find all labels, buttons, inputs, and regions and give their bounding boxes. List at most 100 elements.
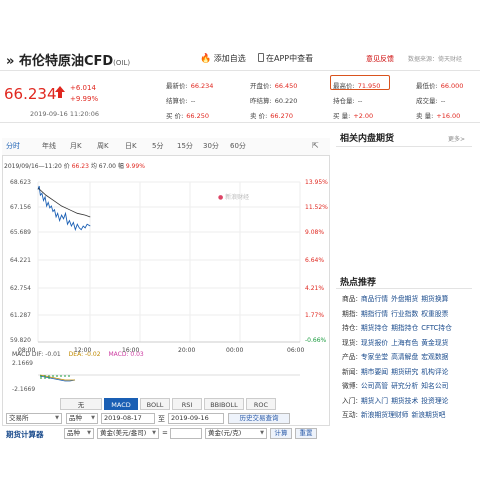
hot-link[interactable]: 公司高管 (361, 382, 388, 390)
add-favorite-button[interactable]: 🔥 添加自选 (200, 53, 246, 64)
calc-variety-select[interactable]: 品种 ▼ (64, 428, 94, 439)
history-query-button[interactable]: 历史交易查询 (228, 413, 290, 424)
sina-logo-icon: ● (218, 194, 224, 201)
tab-period[interactable]: 月K (70, 141, 82, 151)
chevron-down-icon: ▼ (152, 430, 156, 436)
quote-field-label: 卖 价: (250, 112, 268, 120)
tab-period[interactable]: 分时 (6, 141, 20, 151)
indicator-tab[interactable]: RSI (172, 398, 202, 410)
x-axis-tick: 08:00 (18, 347, 36, 354)
hot-link[interactable]: 高清解盘 (391, 353, 418, 361)
hot-link[interactable]: 宏观数据 (421, 353, 448, 361)
hot-row: 现货: 现货报价 上海有色 黄金现货 (342, 337, 448, 347)
hot-link[interactable]: 上海有色 (391, 339, 418, 347)
feedback-link[interactable]: 意见反馈 (366, 54, 394, 64)
bar-pct: 9.99% (125, 163, 145, 170)
unit-to-select[interactable]: 黄金(元/克) ▼ (205, 428, 267, 439)
quote-field-label: 买 量: (333, 112, 351, 120)
calc-result-input[interactable] (170, 428, 202, 439)
view-in-app-button[interactable]: 在APP中查看 (258, 53, 313, 64)
variety-select[interactable]: 品种 ▼ (66, 413, 98, 424)
bar-price-label: 价 (63, 163, 70, 170)
hot-link[interactable]: 商品行情 (361, 295, 388, 303)
hot-link[interactable]: 专家坐堂 (361, 353, 388, 361)
exchange-select[interactable]: 交易所 ▼ (6, 413, 62, 424)
hot-link[interactable]: CFTC持仓 (421, 324, 452, 332)
hot-row-key: 期指: (342, 309, 358, 318)
hot-link[interactable]: 期指行情 (361, 310, 388, 318)
quote-field-value: 66.250 (186, 112, 210, 120)
hot-link[interactable]: 期市要闻 (361, 368, 388, 376)
indicator-tab[interactable]: 无 (60, 398, 102, 410)
quote-field: 卖 量: +16.00 (416, 110, 460, 120)
hot-link[interactable]: 行业指数 (391, 310, 418, 318)
reset-button[interactable]: 重置 (295, 428, 317, 439)
hot-link[interactable]: 期货换算 (421, 295, 448, 303)
indicator-tab[interactable]: ROC (246, 398, 276, 410)
tab-period[interactable]: 年线 (42, 141, 56, 151)
tab-period[interactable]: 日K (125, 141, 137, 151)
hot-link[interactable]: 外盘期货 (391, 295, 418, 303)
quote-field-label: 成交量: (416, 97, 438, 105)
hot-link[interactable]: 新浪期货吧 (411, 411, 445, 419)
to-label: 至 (158, 415, 165, 423)
hot-link[interactable]: 权重股票 (421, 310, 448, 318)
indicator-tab[interactable]: BOLL (140, 398, 170, 410)
hot-link[interactable]: 投资理论 (421, 397, 448, 405)
unit-from-value: 黄金(美元/盎司) (100, 429, 147, 437)
calc-variety-value: 品种 (67, 429, 80, 437)
more-link[interactable]: 更多> (448, 134, 465, 143)
hot-link[interactable]: 现货报价 (361, 339, 388, 347)
equals-label: = (162, 429, 168, 437)
change-value: +6.014 (70, 84, 96, 92)
hot-link[interactable]: 期货持仓 (361, 324, 388, 332)
unit-from-select[interactable]: 黄金(美元/盎司) ▼ (97, 428, 159, 439)
indicator-tab[interactable]: BBIBOLL (204, 398, 244, 410)
hot-link[interactable]: 研究分析 (391, 382, 418, 390)
quote-field: 持仓量: -- (333, 95, 362, 105)
related-futures-title: 相关内盘期货 (340, 134, 395, 144)
price-chart[interactable] (0, 170, 330, 400)
hot-link[interactable]: 期指持仓 (391, 324, 418, 332)
quote-field-label: 开盘价: (250, 82, 272, 90)
quote-field: 最新价: 66.234 (166, 80, 213, 90)
expand-icon[interactable]: ⇱ (312, 141, 319, 150)
quote-field-value: +16.00 (436, 112, 461, 120)
view-in-app-label: 在APP中查看 (266, 54, 314, 63)
y-axis-right-tick: 6.64% (305, 257, 325, 264)
quote-field-label: 最新价: (166, 82, 188, 90)
hot-link[interactable]: 知名公司 (421, 382, 448, 390)
bar-avg: 67.00 (98, 163, 116, 170)
hot-row: 微博: 公司高管 研究分析 知名公司 (342, 380, 448, 390)
hot-link[interactable]: 新浪期货理财师 (361, 411, 409, 419)
y-axis-right-tick: 11.52% (305, 204, 328, 211)
hot-link[interactable]: 期货技术 (391, 397, 418, 405)
calculate-button[interactable]: 计算 (270, 428, 292, 439)
hot-link[interactable]: 黄金现货 (421, 339, 448, 347)
quote-field-value: 66.000 (440, 82, 464, 90)
price-change: +6.014 +9.99% (70, 83, 98, 105)
hot-row-key: 入门: (342, 396, 358, 405)
tab-period[interactable]: 15分 (177, 141, 193, 151)
tab-period[interactable]: 周K (97, 141, 109, 151)
indicator-tab[interactable]: MACD (104, 398, 138, 410)
tab-period[interactable]: 5分 (152, 141, 163, 151)
y-axis-tick: 62.754 (10, 285, 31, 292)
y-axis-tick: 64.221 (10, 257, 31, 264)
y-axis-tick: 67.156 (10, 204, 31, 211)
date-to-input[interactable]: 2019-09-16 (168, 413, 224, 424)
hot-link[interactable]: 期货研究 (391, 368, 418, 376)
quote-field: 买 量: +2.00 (333, 110, 373, 120)
hot-link[interactable]: 期货入门 (361, 397, 388, 405)
y-axis-right-tick: 1.77% (305, 312, 325, 319)
x-axis-tick: 00:00 (226, 347, 244, 354)
x-axis-tick: 16:00 (122, 347, 140, 354)
quote-field: 昨结算: 60.220 (250, 95, 297, 105)
hot-row: 互动: 新浪期货理财师 新浪期货吧 (342, 409, 445, 419)
tab-period[interactable]: 60分 (230, 141, 246, 151)
page: { "header": { "prefix": "»", "title": "布… (0, 0, 480, 480)
tab-period[interactable]: 30分 (203, 141, 219, 151)
date-from-input[interactable]: 2019-08-17 (101, 413, 155, 424)
quote-field: 买 价: 66.250 (166, 110, 209, 120)
hot-link[interactable]: 机构评论 (421, 368, 448, 376)
